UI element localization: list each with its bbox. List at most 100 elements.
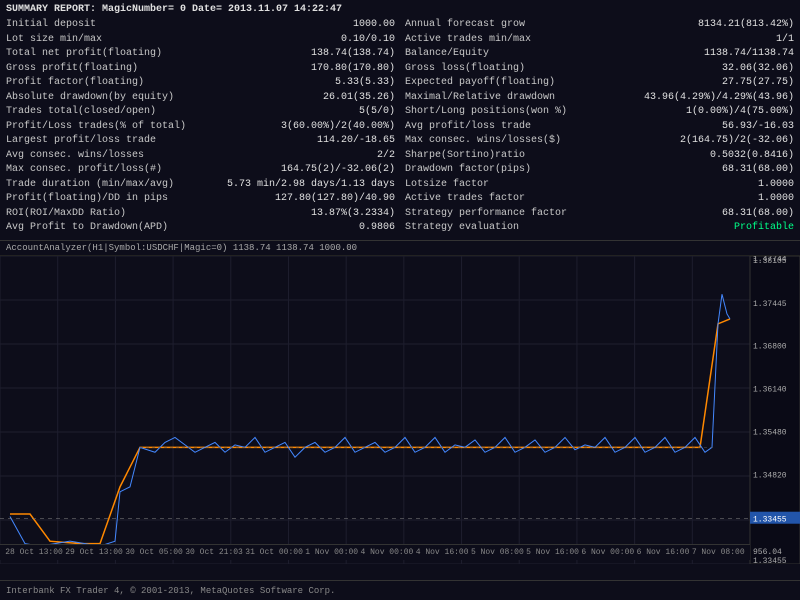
- stat-label: ROI(ROI/MaxDD Ratio): [6, 207, 126, 222]
- stat-label: Trades total(closed/open): [6, 105, 156, 120]
- stat-label: Lotsize factor: [405, 178, 489, 193]
- svg-text:1.35480: 1.35480: [753, 428, 787, 437]
- stat-label: Trade duration (min/max/avg): [6, 178, 174, 193]
- stat-label: Avg profit/loss trade: [405, 120, 531, 135]
- svg-text:956.04: 956.04: [753, 548, 782, 557]
- svg-text:1.36140: 1.36140: [753, 385, 787, 394]
- main-container: SUMMARY REPORT: MagicNumber= 0 Date= 201…: [0, 0, 800, 600]
- time-label: 4 Nov 00:00: [361, 548, 414, 557]
- stat-value: 1.0000: [758, 178, 794, 193]
- stat-label: Short/Long positions(won %): [405, 105, 567, 120]
- stat-row: Strategy evaluationProfitable: [405, 221, 794, 236]
- svg-text:1.34820: 1.34820: [753, 471, 787, 480]
- time-label: 4 Nov 16:00: [416, 548, 469, 557]
- stat-row: Active trades min/max 1/1: [405, 33, 794, 48]
- stat-label: Balance/Equity: [405, 47, 489, 62]
- stat-value: 5.73 min/2.98 days/1.13 days: [227, 178, 395, 193]
- stat-value: 1138.74/1138.74: [704, 47, 794, 62]
- stats-right-col: Annual forecast grow8134.21(813.42%)Acti…: [405, 18, 794, 236]
- stat-row: Trade duration (min/max/avg) 5.73 min/2.9…: [6, 178, 395, 193]
- report-title: SUMMARY REPORT: MagicNumber= 0 Date= 201…: [6, 4, 794, 15]
- stat-label: Sharpe(Sortino)ratio: [405, 149, 525, 164]
- stat-label: Profit factor(floating): [6, 76, 144, 91]
- stat-label: Initial deposit: [6, 18, 96, 33]
- svg-text:1.36800: 1.36800: [753, 342, 787, 351]
- stat-row: Short/Long positions(won %) 1(0.00%)/4(75…: [405, 105, 794, 120]
- chart-area[interactable]: 1.381051.374451.368001.361401.354801.348…: [0, 256, 800, 564]
- stat-label: Total net profit(floating): [6, 47, 162, 62]
- stat-value: 1(0.00%)/4(75.00%): [686, 105, 794, 120]
- svg-text:1.33455: 1.33455: [753, 515, 787, 524]
- stat-value: 13.87%(3.2334): [311, 207, 395, 222]
- stats-panel: SUMMARY REPORT: MagicNumber= 0 Date= 201…: [0, 0, 800, 241]
- stat-row: Gross loss(floating) 32.06(32.06): [405, 62, 794, 77]
- stat-value: 138.74(138.74): [311, 47, 395, 62]
- stat-label: Profit(floating)/DD in pips: [6, 192, 168, 207]
- stat-row: Active trades factor 1.0000: [405, 192, 794, 207]
- stats-grid: Initial deposit 1000.00 Lot size min/max 0.…: [6, 18, 794, 236]
- stat-label: Absolute drawdown(by equity): [6, 91, 174, 106]
- stat-row: Largest profit/loss trade 114.20/-18.65: [6, 134, 395, 149]
- stat-value: 1000.00: [353, 18, 395, 33]
- stat-value: 2(164.75)/2(-32.06): [680, 134, 794, 149]
- time-label: 1 Nov 00:00: [305, 548, 358, 557]
- stat-row: Balance/Equity 1138.74/1138.74: [405, 47, 794, 62]
- stat-value: 56.93/-16.03: [722, 120, 794, 135]
- footer-text: Interbank FX Trader 4, © 2001-2013, Meta…: [6, 586, 335, 596]
- stat-row: Profit/Loss trades(% of total) 3(60.00%)/…: [6, 120, 395, 135]
- stat-value: 3(60.00%)/2(40.00%): [281, 120, 395, 135]
- time-label: 31 Oct 00:00: [245, 548, 303, 557]
- time-label: 5 Nov 16:00: [526, 548, 579, 557]
- time-label: 6 Nov 16:00: [637, 548, 690, 557]
- stat-row: Profit(floating)/DD in pips 127.80(127.80…: [6, 192, 395, 207]
- stat-row: Lotsize factor 1.0000: [405, 178, 794, 193]
- stat-value: 68.31(68.00): [722, 207, 794, 222]
- stat-row: Sharpe(Sortino)ratio0.5032(0.8416): [405, 149, 794, 164]
- stat-label: Profit/Loss trades(% of total): [6, 120, 186, 135]
- stat-value: 0.9806: [359, 221, 395, 236]
- chart-header: AccountAnalyzer(H1|Symbol:USDCHF|Magic=0…: [0, 241, 800, 256]
- stat-label: Annual forecast grow: [405, 18, 525, 33]
- time-label: 29 Oct 13:00: [65, 548, 123, 557]
- stat-label: Expected payoff(floating): [405, 76, 555, 91]
- stat-row: Trades total(closed/open) 5(5/0): [6, 105, 395, 120]
- stat-value: 68.31(68.00): [722, 163, 794, 178]
- stat-value: 8134.21(813.42%): [698, 18, 794, 33]
- stat-row: Annual forecast grow 8134.21(813.42%): [405, 18, 794, 33]
- stat-value: 127.80(127.80)/40.90: [275, 192, 395, 207]
- time-label: 30 Oct 05:00: [125, 548, 183, 557]
- stat-value: 1.0000: [758, 192, 794, 207]
- stat-label: Gross profit(floating): [6, 62, 138, 77]
- time-label: 28 Oct 13:00: [5, 548, 63, 557]
- stat-label: Active trades factor: [405, 192, 525, 207]
- stat-row: Strategy performance factor68.31(68.00): [405, 207, 794, 222]
- svg-text:1.47744: 1.47744: [753, 256, 787, 264]
- stat-value: Profitable: [734, 221, 794, 236]
- stat-row: Expected payoff(floating) 27.75(27.75): [405, 76, 794, 91]
- stat-row: Total net profit(floating) 138.74(138.74): [6, 47, 395, 62]
- stat-value: 5(5/0): [359, 105, 395, 120]
- stat-value: 114.20/-18.65: [317, 134, 395, 149]
- stat-row: Max consec. wins/losses($) 2(164.75)/2(-3…: [405, 134, 794, 149]
- stat-label: Max consec. wins/losses($): [405, 134, 561, 149]
- stat-value: 32.06(32.06): [722, 62, 794, 77]
- stat-row: Avg Profit to Drawdown(APD) 0.9806: [6, 221, 395, 236]
- stat-row: ROI(ROI/MaxDD Ratio) 13.87%(3.2334): [6, 207, 395, 222]
- stat-label: Gross loss(floating): [405, 62, 525, 77]
- stat-row: Absolute drawdown(by equity)26.01(35.26): [6, 91, 395, 106]
- stat-label: Avg Profit to Drawdown(APD): [6, 221, 168, 236]
- stat-row: Max consec. profit/loss(#)164.75(2)/-32.…: [6, 163, 395, 178]
- stat-label: Lot size min/max: [6, 33, 102, 48]
- stat-value: 164.75(2)/-32.06(2): [281, 163, 395, 178]
- time-label: 6 Nov 00:00: [581, 548, 634, 557]
- stat-value: 27.75(27.75): [722, 76, 794, 91]
- stat-value: 1/1: [776, 33, 794, 48]
- svg-text:1.37445: 1.37445: [753, 299, 787, 308]
- stat-value: 2/2: [377, 149, 395, 164]
- stat-value: 43.96(4.29%)/4.29%(43.96): [644, 91, 794, 106]
- stat-label: Largest profit/loss trade: [6, 134, 156, 149]
- stats-left-col: Initial deposit 1000.00 Lot size min/max 0.…: [6, 18, 395, 236]
- stat-label: Active trades min/max: [405, 33, 531, 48]
- chart-svg: 1.381051.374451.368001.361401.354801.348…: [0, 256, 800, 564]
- stat-row: Drawdown factor(pips)68.31(68.00): [405, 163, 794, 178]
